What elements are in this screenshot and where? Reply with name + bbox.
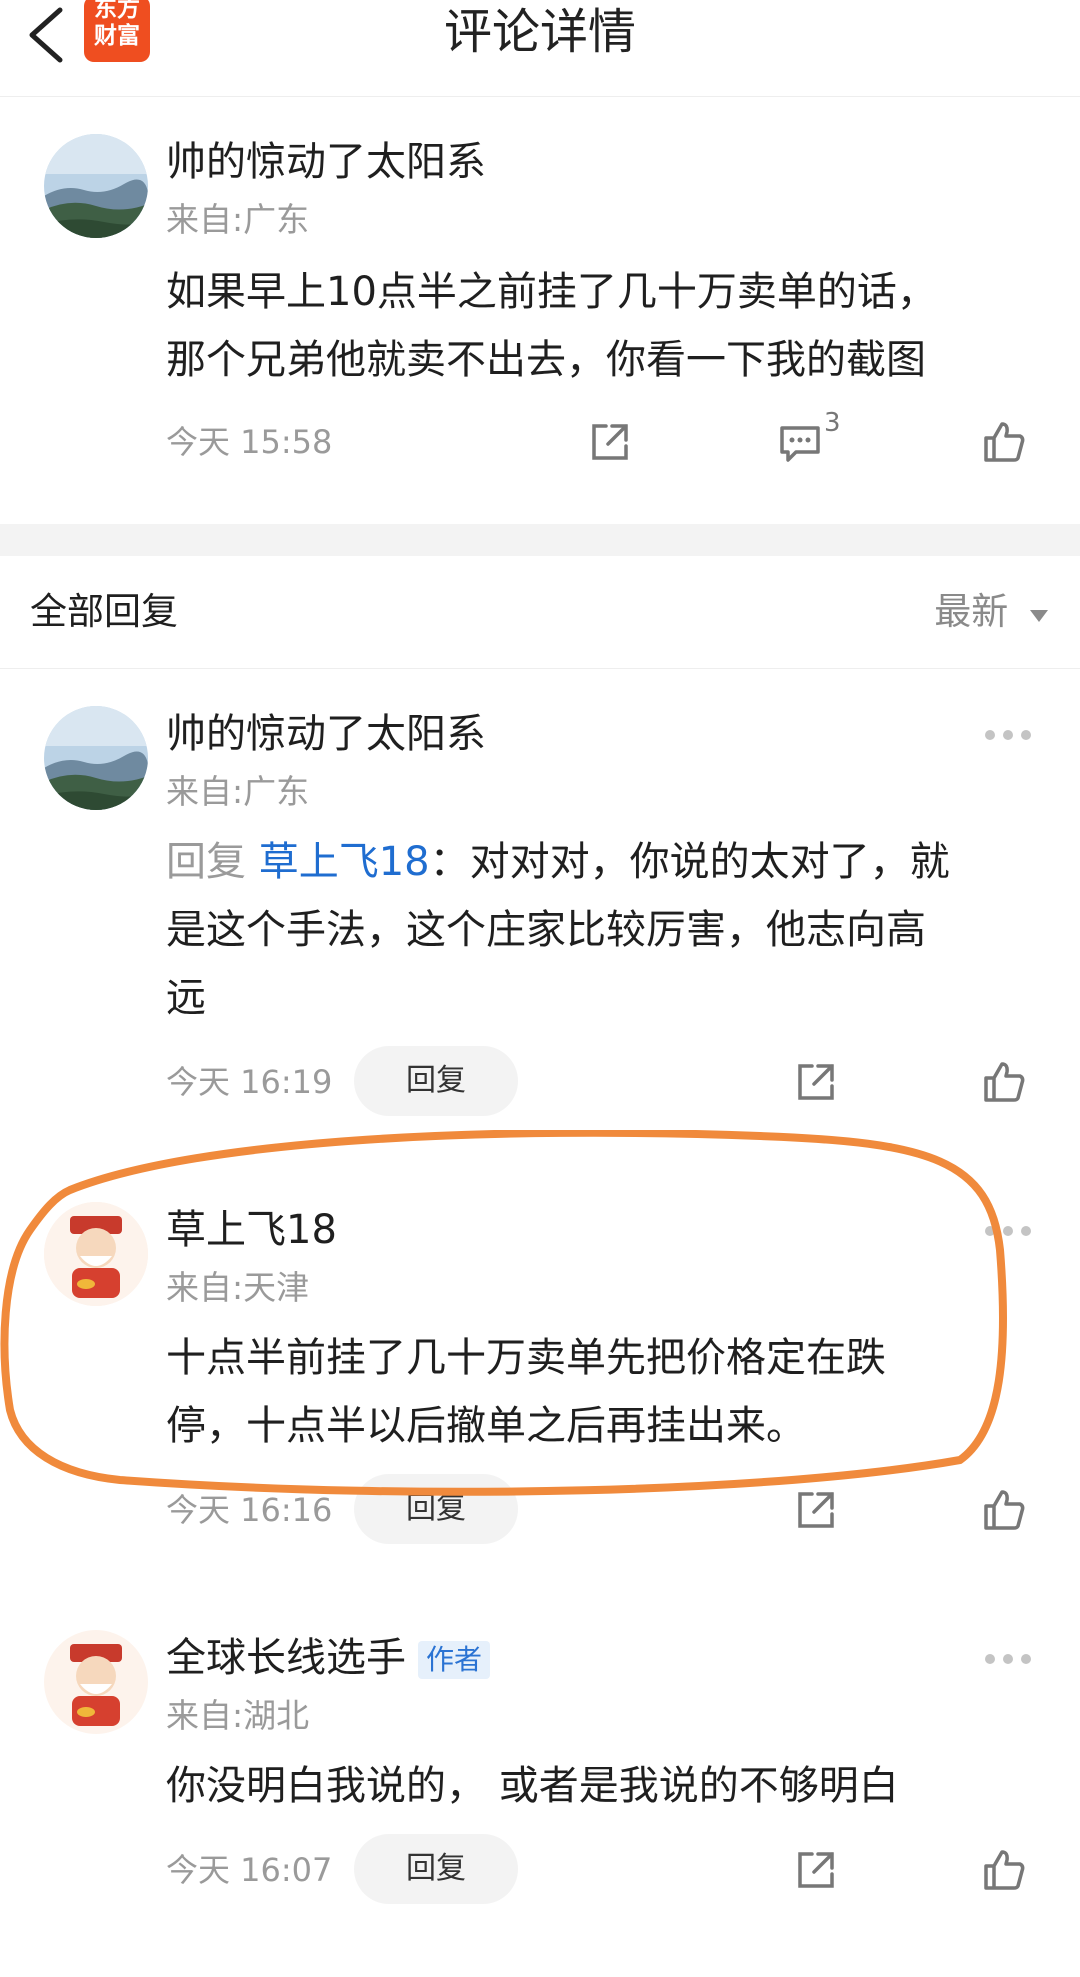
commenter-name[interactable]: 帅的惊动了太阳系	[166, 136, 486, 188]
top-bar: 东方 财富 评论详情	[0, 0, 1080, 97]
commenter-location: 来自:广东	[166, 772, 310, 811]
mention-link[interactable]: 草上飞18	[259, 839, 430, 885]
reply-time: 今天 16:19	[166, 1063, 333, 1101]
sort-triangle-icon	[1030, 610, 1048, 622]
avatar[interactable]	[44, 134, 148, 238]
share-icon[interactable]	[792, 1846, 840, 1894]
like-icon[interactable]	[980, 1058, 1028, 1106]
more-icon[interactable]	[984, 1653, 1032, 1665]
commenter-location: 来自:广东	[166, 200, 310, 239]
reply-text: 回复 草上飞18：对对对，你说的太对了，就 是这个手法，这个庄家比较厉害，他志向…	[166, 839, 950, 1021]
section-divider	[0, 524, 1080, 556]
commenter-location: 来自:湖北	[166, 1696, 310, 1735]
landscape-avatar-image	[44, 706, 148, 810]
sort-label: 最新	[934, 590, 1009, 633]
more-icon[interactable]	[984, 729, 1032, 741]
all-replies-label: 全部回复	[30, 590, 178, 633]
god-of-wealth-avatar-image	[44, 1630, 148, 1734]
share-icon[interactable]	[586, 418, 634, 466]
comment-time: 今天 15:58	[166, 423, 333, 461]
commenter-name[interactable]: 全球长线选手 作者	[166, 1632, 491, 1684]
page-title: 评论详情	[443, 4, 636, 60]
like-icon[interactable]	[980, 1846, 1028, 1894]
reply-text: 你没明白我说的， 或者是我说的不够明白	[166, 1763, 899, 1809]
comment-text: 如果早上10点半之前挂了几十万卖单的话， 那个兄弟他就卖不出去，你看一下我的截图	[166, 269, 937, 383]
commenter-name[interactable]: 帅的惊动了太阳系	[166, 708, 486, 760]
reply-prefix: 回复	[166, 839, 246, 885]
avatar[interactable]	[44, 1630, 148, 1734]
landscape-avatar-image	[44, 134, 148, 238]
reply-button[interactable]: 回复	[354, 1046, 518, 1116]
reply-button[interactable]: 回复	[354, 1834, 518, 1904]
orange-highlight-circle	[0, 1130, 1008, 1496]
sort-selector[interactable]: 最新	[934, 586, 1050, 638]
divider	[0, 668, 1080, 669]
share-icon[interactable]	[792, 1058, 840, 1106]
reply-time: 今天 16:07	[166, 1851, 333, 1889]
comment-icon[interactable]	[776, 418, 824, 466]
comment-count: 3	[824, 408, 841, 438]
author-badge: 作者	[418, 1641, 491, 1679]
avatar[interactable]	[44, 706, 148, 810]
like-icon[interactable]	[980, 418, 1028, 466]
